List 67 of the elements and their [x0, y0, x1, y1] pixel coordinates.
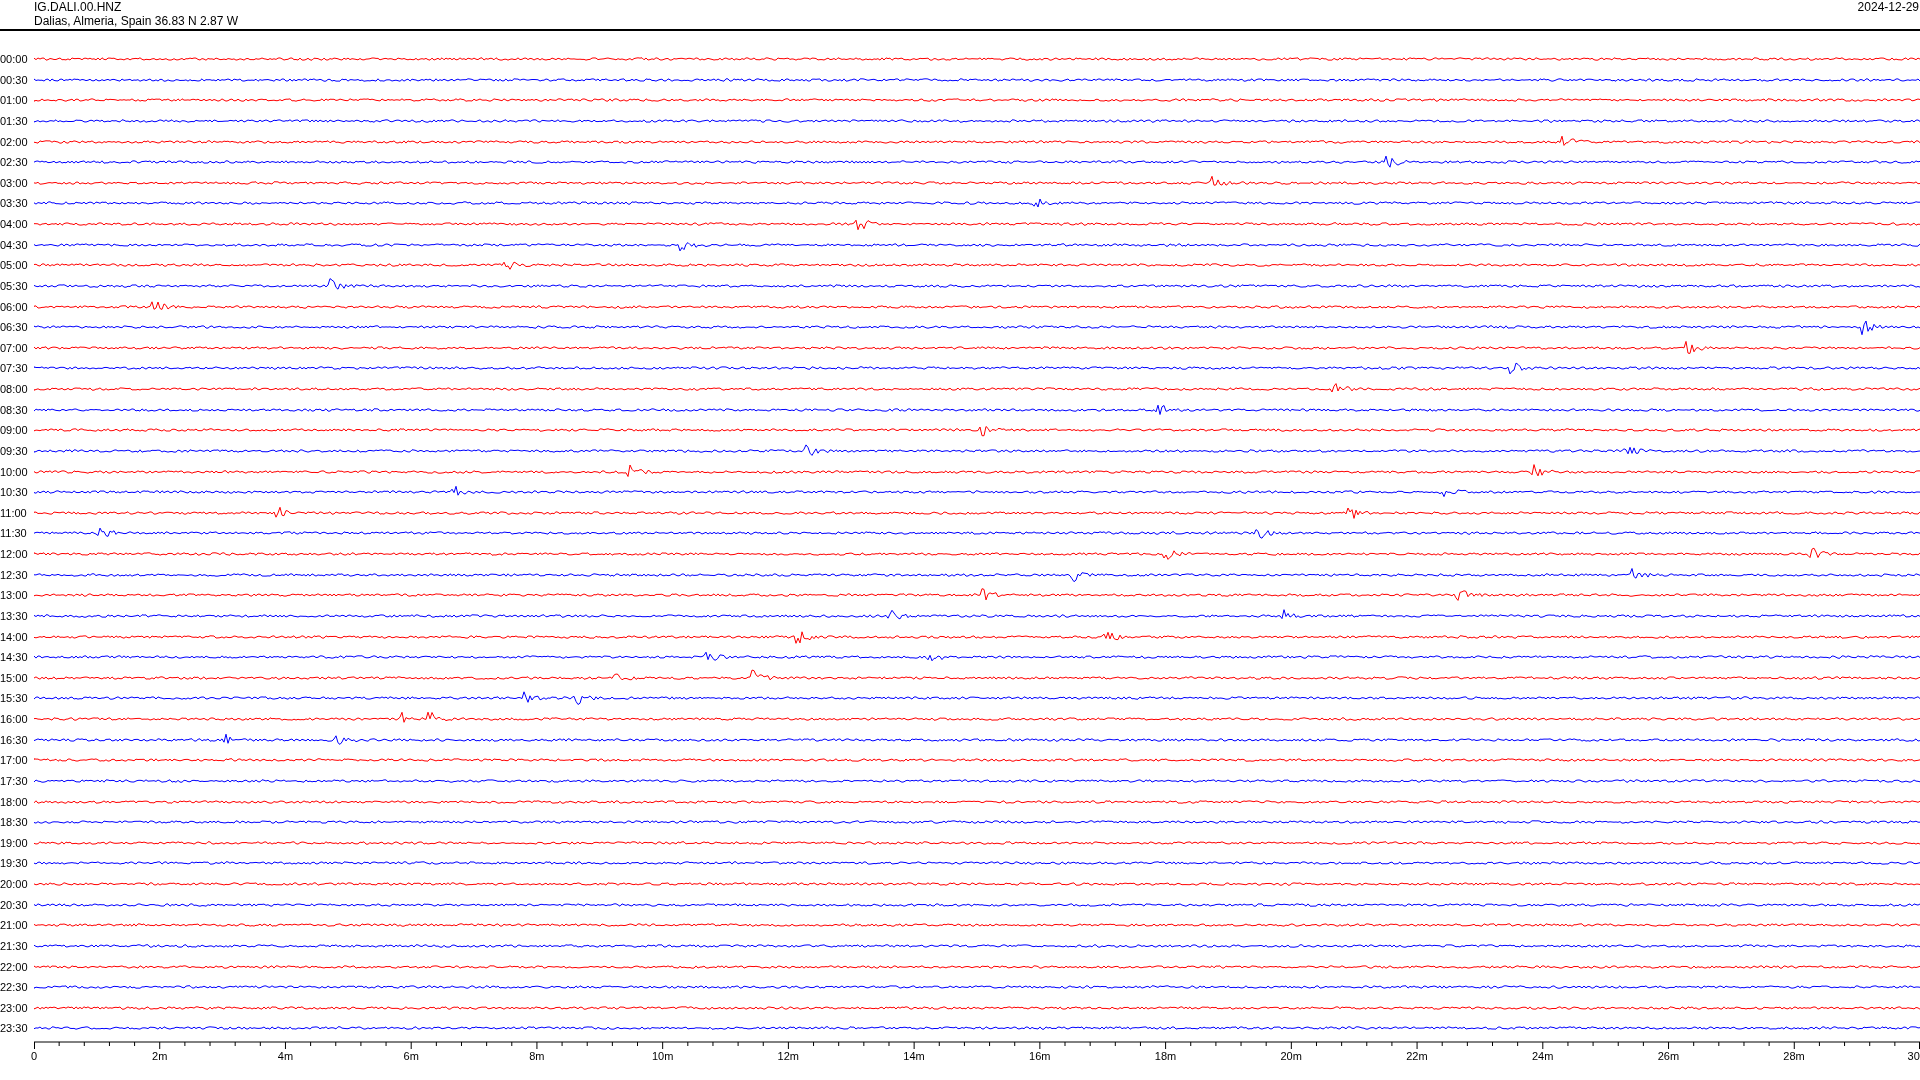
axis-tick-label: 16m [1029, 1050, 1051, 1062]
time-label: 00:00 [0, 52, 29, 67]
time-label: 15:30 [0, 691, 29, 707]
time-label: 11:00 [0, 505, 28, 521]
time-label: 22:00 [0, 959, 29, 975]
time-label: 04:00 [0, 217, 29, 232]
time-label: 08:30 [0, 402, 29, 418]
time-label: 12:00 [0, 547, 29, 562]
time-label: 01:00 [0, 93, 29, 109]
axis-tick-label: 22m [1406, 1050, 1428, 1062]
time-label: 21:00 [0, 918, 29, 934]
time-label: 07:30 [0, 361, 29, 377]
time-label: 10:30 [0, 485, 29, 501]
time-label: 03:00 [0, 175, 29, 191]
time-label: 18:00 [0, 794, 29, 810]
time-label: 12:30 [0, 567, 29, 583]
axis-tick-label: 2m [152, 1050, 168, 1062]
time-label: 20:30 [0, 897, 29, 913]
axis-tick-label: 6m [403, 1050, 419, 1062]
time-label: 11:30 [0, 526, 28, 542]
time-label: 23:30 [0, 1021, 29, 1037]
time-label: 08:00 [0, 382, 29, 397]
axis-tick-label: 20m [1280, 1050, 1302, 1062]
time-label: 13:30 [0, 608, 29, 624]
axis-tick-label: 24m [1531, 1050, 1554, 1062]
time-label: 17:30 [0, 773, 29, 789]
time-label: 09:30 [0, 443, 29, 459]
axis-tick-label: 14m [903, 1050, 925, 1062]
time-label: 22:30 [0, 980, 29, 996]
time-label: 16:30 [0, 732, 29, 748]
time-label: 06:30 [0, 320, 29, 336]
axis-tick-label: 12m [777, 1050, 799, 1062]
time-label: 03:30 [0, 196, 29, 212]
time-label: 09:00 [0, 423, 29, 439]
time-label: 19:00 [0, 835, 29, 851]
time-label: 10:00 [0, 464, 29, 480]
time-label: 07:00 [0, 340, 29, 356]
station-location: Dalias, Almeria, Spain 36.83 N 2.87 W [34, 14, 239, 28]
time-label: 15:00 [0, 670, 29, 686]
axis-tick-label: 30 [1907, 1050, 1920, 1062]
time-label: 04:30 [0, 237, 29, 253]
time-label: 17:00 [0, 753, 29, 769]
time-label: 18:30 [0, 815, 29, 831]
time-label: 14:30 [0, 650, 29, 666]
axis-tick-label: 10m [651, 1050, 674, 1062]
time-label: 19:30 [0, 856, 29, 872]
station-code: IG.DALI.00.HNZ [34, 0, 123, 14]
time-label: 20:00 [0, 877, 29, 892]
time-label: 01:30 [0, 113, 29, 129]
time-label: 13:00 [0, 588, 29, 604]
time-label: 05:30 [0, 278, 29, 294]
date-label: 2024-12-29 [1857, 0, 1920, 14]
axis-tick-label: 8m [529, 1050, 545, 1062]
axis-tick-label: 18m [1154, 1050, 1177, 1062]
time-label: 06:00 [0, 299, 29, 315]
time-label: 02:30 [0, 155, 29, 171]
time-label: 05:00 [0, 258, 29, 274]
time-label: 14:00 [0, 629, 29, 645]
time-label: 02:00 [0, 134, 29, 150]
time-label: 21:30 [0, 938, 29, 954]
axis-tick-label: 4m [277, 1050, 294, 1062]
axis-tick-label: 0 [30, 1050, 38, 1062]
time-label: 23:00 [0, 1000, 29, 1016]
axis-tick-label: 28m [1783, 1050, 1805, 1062]
time-label: 00:30 [0, 72, 29, 88]
time-label: 16:00 [0, 712, 29, 727]
axis-tick-label: 26m [1657, 1050, 1680, 1062]
